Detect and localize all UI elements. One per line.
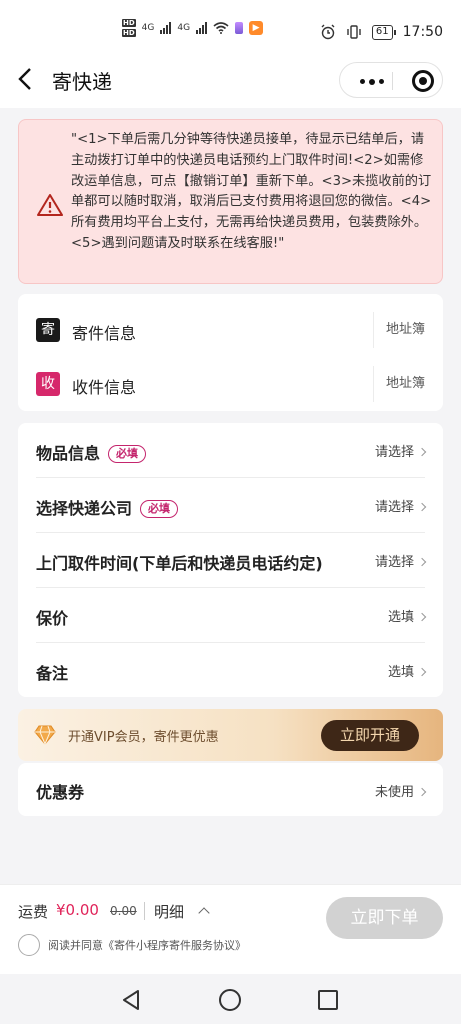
address-card: 寄 寄件信息 地址簿 收 收件信息 地址簿 [18, 294, 443, 411]
form-row-value[interactable]: 请选择 [375, 551, 427, 570]
coupon-label: 优惠券 [36, 783, 85, 802]
form-row-value[interactable]: 请选择 [375, 441, 427, 460]
form-row-label: 选择快递公司 必填 [36, 495, 179, 519]
sender-label: 寄件信息 [72, 324, 137, 343]
more-icon[interactable] [360, 78, 384, 85]
network-label-1: 4G [141, 23, 155, 33]
fee-original-price: 0.00 [110, 904, 137, 918]
hd-icon: HD HD [122, 19, 136, 37]
nav-bar: 寄快递 [0, 50, 461, 108]
form-row-insurance[interactable]: 保价 选填 [36, 588, 427, 643]
divider [144, 902, 145, 920]
close-miniprogram-icon[interactable] [412, 70, 434, 92]
form-row-label: 备注 [36, 664, 69, 683]
vip-banner: 开通VIP会员，寄件更优惠 立即开通 [18, 709, 443, 761]
order-form-card: 物品信息 必填 请选择 选择快递公司 必填 请选择 上门取件时间(下单后和快递员电话… [18, 423, 443, 697]
receiver-row[interactable]: 收 收件信息 地址簿 [18, 353, 443, 405]
clock: 17:50 [402, 24, 443, 40]
chevron-right-icon [417, 667, 427, 677]
required-tag: 必填 [140, 500, 179, 518]
fee-amount: ¥0.00 [56, 901, 99, 919]
form-row-value[interactable]: 请选择 [375, 496, 427, 515]
form-row-remark[interactable]: 备注 选填 [36, 643, 427, 698]
form-row-courier[interactable]: 选择快递公司 必填 请选择 [36, 478, 427, 533]
diamond-icon [34, 725, 56, 745]
coupon-value[interactable]: 未使用 [375, 781, 427, 800]
agreement-checkbox[interactable] [18, 934, 40, 956]
fee-detail-toggle[interactable]: 明细 [154, 901, 184, 922]
battery-icon: 61 [371, 24, 396, 40]
wifi-icon [213, 22, 229, 34]
coupon-row[interactable]: 优惠券 未使用 [18, 763, 443, 816]
chevron-right-icon [417, 612, 427, 622]
notice-text: "<1>下单后需几分钟等待快递员接单，待显示已结单后，请主动拨打订单中的快递员电… [71, 132, 432, 251]
chevron-right-icon [417, 787, 427, 797]
system-home-icon[interactable] [219, 989, 241, 1011]
form-row-item-info[interactable]: 物品信息 必填 请选择 [36, 423, 427, 478]
form-row-label: 上门取件时间(下单后和快递员电话约定) [36, 554, 323, 573]
capsule-divider [392, 72, 393, 90]
vip-promo-text: 开通VIP会员，寄件更优惠 [68, 730, 219, 745]
chevron-up-icon[interactable] [198, 907, 210, 919]
submit-order-button[interactable]: 立即下单 [326, 897, 443, 939]
miniprogram-capsule [339, 62, 443, 98]
signal-icon [160, 22, 172, 34]
receiver-badge: 收 [36, 372, 60, 396]
agreement-text[interactable]: 阅读并同意《寄件小程序寄件服务协议》 [48, 937, 246, 953]
fee-label: 运费 [18, 903, 49, 921]
form-row-value[interactable]: 选填 [388, 606, 427, 625]
system-nav-bar [0, 974, 461, 1024]
receiver-address-book-button[interactable]: 地址簿 [372, 366, 443, 402]
status-left: HD HD 4G 4G ▶ [122, 18, 264, 38]
signal-icon-2 [196, 22, 208, 34]
receiver-label: 收件信息 [72, 378, 137, 397]
form-row-pickup-time[interactable]: 上门取件时间(下单后和快递员电话约定) 请选择 [36, 533, 427, 588]
required-tag: 必填 [108, 445, 147, 463]
sender-row[interactable]: 寄 寄件信息 地址簿 [18, 299, 443, 351]
system-back-icon[interactable] [120, 989, 142, 1011]
app-notification-icon [235, 22, 244, 34]
notice-banner: "<1>下单后需几分钟等待快递员接单，待显示已结单后，请主动拨打订单中的快递员电… [18, 119, 443, 284]
page-title: 寄快递 [52, 70, 112, 94]
form-row-label: 保价 [36, 609, 69, 628]
form-row-value[interactable]: 选填 [388, 661, 427, 680]
status-bar: HD HD 4G 4G ▶ 61 17:50 [0, 0, 461, 50]
chevron-right-icon [417, 557, 427, 567]
vip-open-button[interactable]: 立即开通 [321, 720, 419, 751]
chevron-right-icon [417, 502, 427, 512]
checkout-bar: 运费 ¥0.00 0.00 明细 阅读并同意《寄件小程序寄件服务协议》 立即下单 [0, 884, 461, 974]
chevron-right-icon [417, 447, 427, 457]
vibrate-icon [347, 25, 361, 39]
video-app-icon: ▶ [249, 21, 264, 35]
network-label-2: 4G [177, 23, 191, 33]
form-row-label: 物品信息 必填 [36, 440, 147, 464]
alarm-icon [321, 24, 335, 40]
status-right: 61 17:50 [320, 24, 443, 40]
system-recent-apps-icon[interactable] [318, 990, 338, 1010]
sender-badge: 寄 [36, 318, 60, 342]
sender-address-book-button[interactable]: 地址簿 [372, 312, 443, 348]
warning-icon [37, 194, 63, 216]
back-icon[interactable] [14, 66, 38, 92]
